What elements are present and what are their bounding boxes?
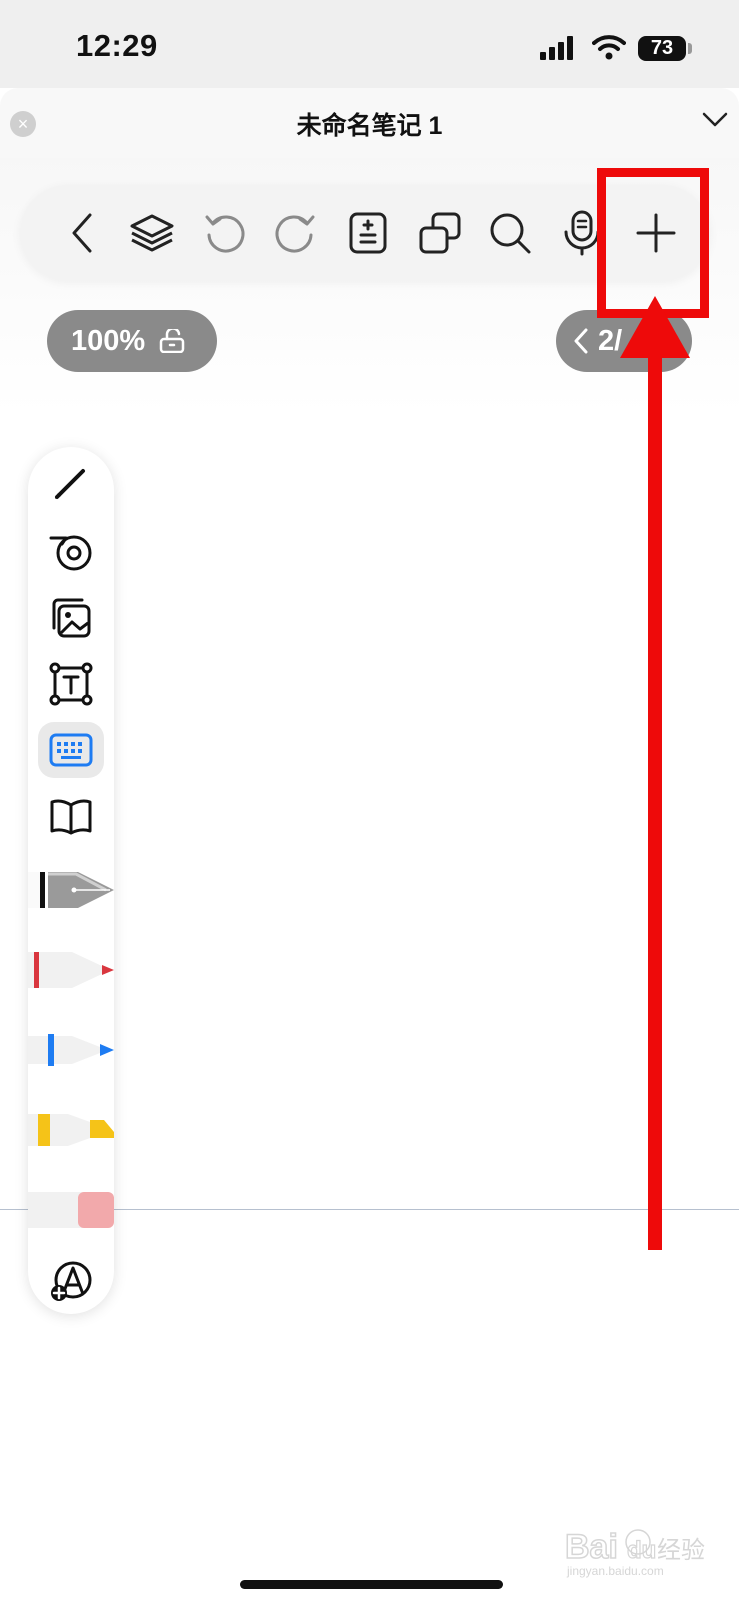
pencil-tool[interactable] [38, 455, 104, 511]
pencil-icon [55, 469, 85, 499]
add-tool-icon [51, 1261, 92, 1301]
fountain-pen-icon [28, 872, 114, 908]
redo-icon [275, 215, 315, 253]
layers-button[interactable] [122, 203, 182, 263]
cellular-signal-icon [540, 36, 573, 60]
search-icon [490, 213, 531, 254]
undo-button[interactable] [195, 203, 255, 263]
blue-pen-tool[interactable] [28, 1020, 114, 1080]
battery-indicator: 73 [638, 36, 686, 61]
undo-icon [205, 215, 245, 253]
svg-text:jingyan.baidu.com: jingyan.baidu.com [566, 1564, 664, 1578]
battery-tip [688, 43, 692, 54]
image-icon [52, 598, 91, 638]
book-icon [50, 799, 92, 835]
home-indicator[interactable] [240, 1580, 503, 1589]
wifi-icon [592, 35, 626, 60]
fountain-pen-tool[interactable] [28, 860, 114, 920]
keyboard-tool[interactable] [38, 722, 104, 778]
svg-text:du: du [627, 1537, 656, 1564]
book-tool[interactable] [38, 788, 104, 844]
red-pen-tool[interactable] [28, 940, 114, 1000]
image-tool[interactable] [38, 590, 104, 646]
back-icon [72, 213, 92, 253]
unlock-icon [159, 329, 185, 353]
duplicate-button[interactable] [410, 203, 470, 263]
svg-text:经验: 经验 [657, 1536, 705, 1564]
page-settings-button[interactable] [338, 203, 398, 263]
chevron-left-icon [574, 328, 588, 354]
page-indicator-label: 2/ [598, 324, 623, 357]
layers-icon [130, 214, 174, 252]
eraser-icon [28, 1192, 114, 1228]
tape-tool[interactable] [38, 523, 104, 579]
baidu-watermark-logo: Bai du 经验 jingyan.baidu.com [565, 1527, 705, 1578]
redo-button[interactable] [265, 203, 325, 263]
status-bar: 12:29 73 [0, 0, 739, 88]
text-box-tool[interactable] [38, 656, 104, 712]
add-tool-button[interactable] [38, 1254, 104, 1310]
zoom-label: 100% [71, 324, 146, 357]
blue-pen-icon [28, 1034, 114, 1066]
red-pen-icon [28, 952, 114, 988]
keyboard-icon [49, 733, 93, 767]
duplicate-icon [419, 212, 461, 254]
eraser-tool[interactable] [28, 1180, 114, 1240]
tape-icon [49, 535, 92, 571]
svg-text:Bai: Bai [565, 1528, 618, 1566]
arrow-shaft-annotation [648, 345, 662, 1250]
yellow-highlighter-tool[interactable] [28, 1100, 114, 1160]
battery-level: 73 [650, 37, 674, 59]
zoom-indicator[interactable]: 100% [47, 310, 217, 372]
text-box-icon [49, 662, 93, 706]
status-time: 12:29 [76, 28, 158, 63]
microphone-icon [564, 210, 600, 256]
back-button[interactable] [52, 203, 112, 263]
chevron-down-icon[interactable] [702, 112, 728, 128]
page-settings-icon [349, 212, 387, 254]
yellow-highlighter-icon [28, 1114, 114, 1146]
note-title[interactable]: 未命名笔记 1 [0, 106, 739, 142]
search-button[interactable] [480, 203, 540, 263]
